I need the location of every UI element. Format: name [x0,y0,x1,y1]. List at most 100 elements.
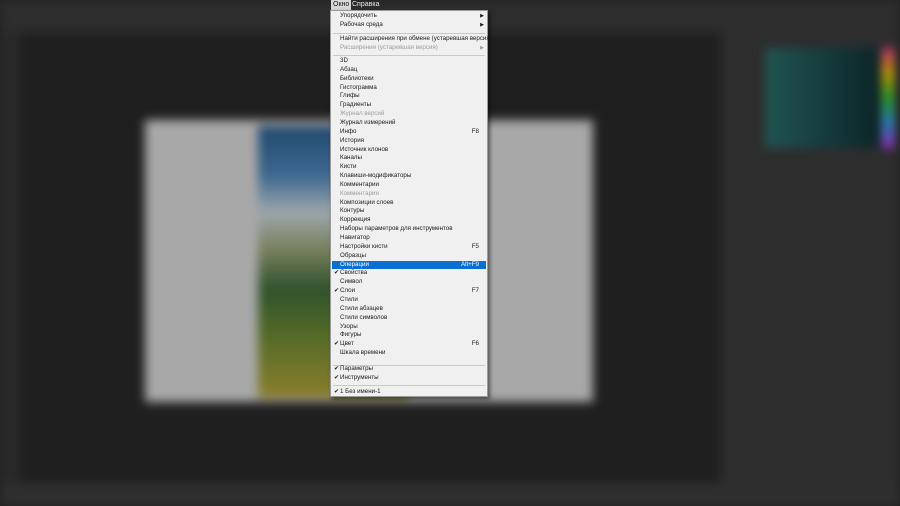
submenu-arrow-icon: ▶ [480,13,484,19]
menu-item-panel[interactable]: Фигуры [332,331,486,340]
menu-item-label: Стили символов [340,313,388,321]
menu-item-label: Стили [340,295,358,303]
menu-item-panel[interactable]: Узоры [332,323,486,332]
menu-item-shortcut: F6 [471,340,479,348]
menu-item-label: Инструменты [340,374,379,381]
menu-item-label: Образцы [340,251,366,259]
menu-item-panel[interactable]: Композиции слоев [332,199,486,208]
menu-item-shortcut: F8 [471,127,479,135]
menu-item-panel[interactable]: Библиотеки [332,75,486,84]
submenu-arrow-icon: ▶ [480,22,484,28]
menu-item-panel[interactable]: Источник клонов [332,146,486,155]
checkmark-icon: ✔ [334,375,340,381]
menu-item-label: История [340,136,364,144]
menu-item-label: Настройки кисти [340,242,388,250]
menu-item-label: Клавиши-модификаторы [340,172,412,180]
menu-item-extensions-legacy: Расширения (устаревшая версия) ▶ [332,44,486,53]
menu-item-label: Гистограмма [340,83,377,91]
menu-item-panel[interactable]: История [332,137,486,146]
menu-help[interactable]: Справка [350,0,381,10]
menu-item-panel[interactable]: Кисти [332,163,486,172]
menu-item-panel[interactable]: Каналы [332,154,486,163]
menu-item-shortcut: F5 [471,242,479,250]
menu-item-label: Глифы [340,92,360,100]
menu-item-panel[interactable]: Образцы [332,252,486,261]
menu-item-panel[interactable]: Абзац [332,66,486,75]
menu-item-label: Комментарии [340,189,379,197]
menu-item-tools[interactable]: ✔ Инструменты [332,374,486,383]
menu-item-label: Узоры [340,322,358,330]
menu-item-label: Шкала времени [340,349,386,357]
menu-item-panel[interactable]: Стили абзацев [332,305,486,314]
menu-item-shortcut: Alt+F9 [460,260,479,268]
menu-item-panel[interactable]: Комментарии [332,181,486,190]
menu-item-label: Градиенты [340,101,372,109]
menu-item-panel[interactable]: Шкала времени [332,349,486,358]
menu-item-panel[interactable]: Инфо F8 [332,128,486,137]
menu-item-label: Кисти [340,163,357,171]
menu-item-label: Инфо [340,127,357,135]
menu-item-label: Цвет [340,340,354,348]
menu-item-panel[interactable]: Навигатор [332,234,486,243]
menu-item-label: Коррекция [340,216,371,224]
menu-item-panel[interactable]: 3D [332,57,486,66]
menu-item-label: Каналы [340,154,362,162]
menu-item-document[interactable]: ✔ 1 Без имени-1 [332,388,486,397]
menu-item-label: Расширения (устаревшая версия) [340,44,438,51]
menu-item-panel[interactable]: Клавиши-модификаторы [332,172,486,181]
menu-item-shortcut: F7 [471,287,479,295]
checkmark-icon: ✔ [334,288,340,295]
menu-item-workspace[interactable]: Рабочая среда ▶ [332,21,486,30]
menu-item-panel[interactable]: Настройки кисти F5 [332,243,486,252]
menu-item-label: Найти расширения при обмене (устаревшая … [340,35,497,42]
checkmark-icon: ✔ [334,341,340,348]
menu-item-panel[interactable]: Контуры [332,207,486,216]
checkmark-icon: ✔ [334,389,340,395]
menu-item-label: Журнал измерений [340,118,396,126]
submenu-arrow-icon: ▶ [480,45,484,51]
menu-item-panel[interactable]: Гистограмма [332,84,486,93]
menu-item-panel[interactable]: Операции Alt+F9 [332,260,486,270]
menu-window[interactable]: Окно [331,0,352,10]
menu-item-label: Наборы параметров для инструментов [340,225,453,233]
menu-item-label: Свойства [340,269,368,277]
menu-item-label: 3D [340,57,348,64]
menu-item-arrange[interactable]: Упорядочить ▶ [332,12,486,21]
menu-item-label: Библиотеки [340,74,374,82]
menu-item-panel: Журнал версий [332,110,486,119]
window-dropdown-menu: Упорядочить ▶ Рабочая среда ▶ Найти расш… [330,10,497,397]
menu-item-label: Операции [340,260,369,268]
menu-item-label: Фигуры [340,331,362,339]
menu-item-label: Абзац [340,65,358,73]
menu-item-label: Композиции слоев [340,198,394,206]
menu-item-label: Навигатор [340,234,370,241]
menu-item-panel[interactable]: Стили символов [332,314,486,323]
menu-item-label: Комментарии [340,180,379,188]
menu-item-panel[interactable]: Глифы [332,92,486,101]
menu-item-label: 1 Без имени-1 [340,388,381,395]
menu-item-label: Параметры [340,365,373,372]
menu-item-label: Источник клонов [340,145,389,153]
menu-item-panel[interactable]: Журнал измерений [332,119,486,128]
menu-item-panel[interactable]: Символ [332,278,486,287]
menu-item-panel[interactable]: Градиенты [332,101,486,110]
menu-item-label: Журнал версий [340,110,385,118]
menu-item-label: Слои [340,287,356,295]
checkmark-icon: ✔ [334,366,340,372]
menu-item-label: Стили абзацев [340,304,383,312]
menu-item-panel[interactable]: ✔ Цвет F6 [332,340,486,349]
menu-item-panel[interactable]: ✔ Свойства [332,269,486,278]
menu-item-find-extensions[interactable]: Найти расширения при обмене (устаревшая … [332,35,497,44]
menu-item-label: Рабочая среда [340,21,383,28]
menu-item-label: Символ [340,278,363,286]
menu-separator [333,55,485,56]
checkmark-icon: ✔ [334,270,340,277]
menu-item-label: Контуры [340,207,365,215]
menu-item-panel[interactable]: ✔ Слои F7 [332,287,486,296]
menu-item-panel[interactable]: Наборы параметров для инструментов [332,225,486,234]
menu-item-panel: Комментарии [332,190,486,199]
menu-item-panel[interactable]: Стили [332,296,486,305]
menu-item-options[interactable]: ✔ Параметры [332,365,486,374]
menu-separator [333,33,485,34]
menu-item-panel[interactable]: Коррекция [332,216,486,225]
